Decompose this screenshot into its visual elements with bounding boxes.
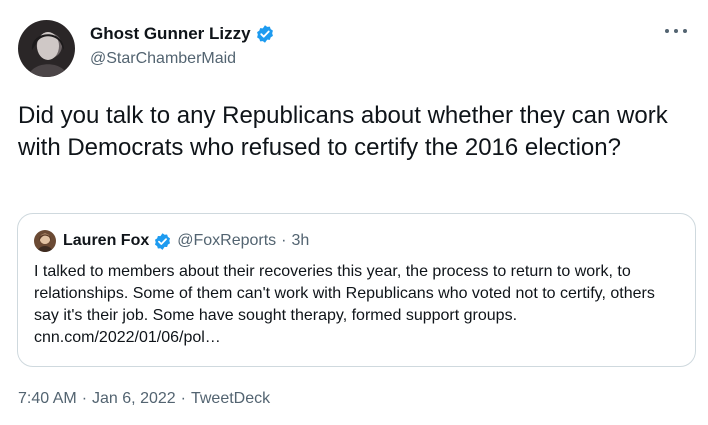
verified-badge-icon [155, 232, 171, 250]
separator-dot: · [180, 390, 186, 407]
author-name-row: Ghost Gunner Lizzy [90, 24, 275, 44]
more-dot [683, 29, 687, 33]
separator-dot: · [81, 390, 88, 407]
more-dot [674, 29, 678, 33]
quoted-tweet-text: I talked to members about their recoveri… [34, 263, 655, 346]
author-handle[interactable]: @StarChamberMaid [90, 50, 275, 68]
quoted-author-handle: @FoxReports [177, 232, 277, 249]
quoted-author-avatar [34, 230, 56, 252]
tweet-source[interactable]: TweetDeck [191, 390, 270, 408]
author-display-name[interactable]: Ghost Gunner Lizzy [90, 24, 251, 44]
tweet-author: Ghost Gunner Lizzy @StarChamberMaid [90, 24, 275, 68]
separator-dot: · [281, 232, 287, 249]
quoted-tweet-header: Lauren Fox @FoxReports · 3h [34, 230, 681, 252]
quoted-tweet-time: 3h [291, 232, 310, 249]
verified-badge-icon [256, 25, 273, 43]
quoted-author-name: Lauren Fox [63, 232, 150, 249]
more-options-icon[interactable] [664, 24, 690, 38]
author-avatar[interactable] [18, 20, 75, 77]
tweet-text: Did you talk to any Republicans about wh… [18, 102, 668, 161]
tweet-metadata: 7:40 AM · Jan 6, 2022 · TweetDeck [18, 390, 270, 408]
tweet-date[interactable]: Jan 6, 2022 [92, 390, 176, 408]
tweet-time[interactable]: 7:40 AM [18, 390, 77, 408]
quoted-tweet[interactable]: Lauren Fox @FoxReports · 3h I talked to … [17, 213, 696, 367]
more-dot [665, 29, 669, 33]
